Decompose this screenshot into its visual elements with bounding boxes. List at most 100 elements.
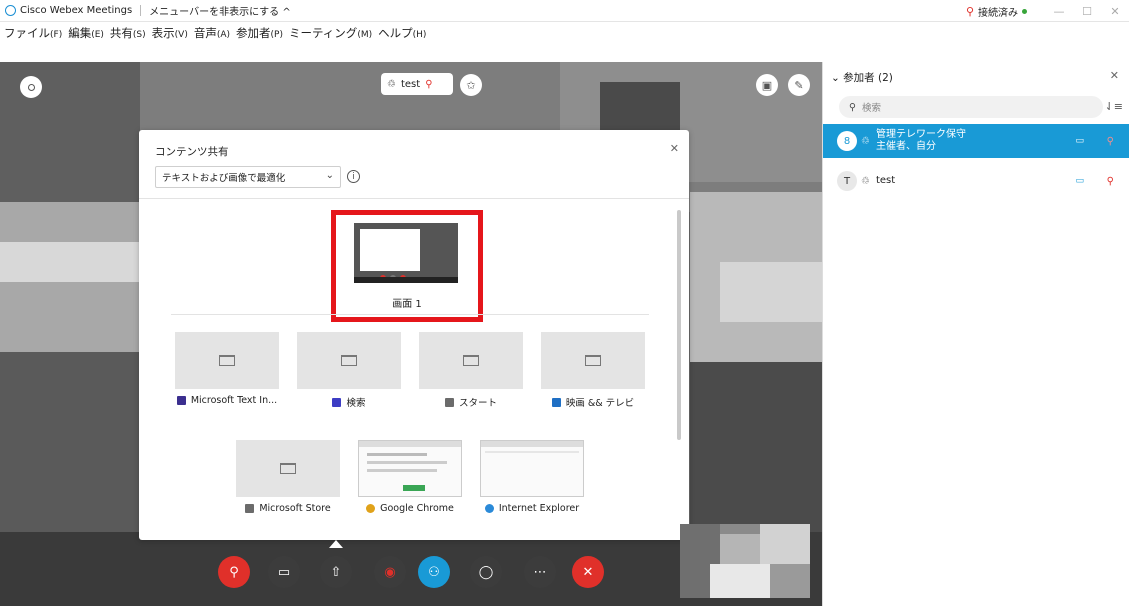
ie-app-icon (484, 504, 494, 513)
mic-muted-icon: ⚲ (1106, 135, 1114, 147)
optimize-dropdown[interactable]: テキストおよび画像で最適化 ⌄ (155, 166, 341, 188)
title-bar: Cisco Webex Meetings メニューバーを非表示にする ^ ⚲ 接… (0, 0, 1129, 22)
video-off-icon: ▭ (277, 564, 291, 580)
app-tile-movies-tv[interactable]: 映画 && テレビ (541, 332, 645, 409)
more-icon: ⋯ (533, 564, 547, 580)
participant-name: 管理テレワーク保守 (875, 129, 966, 140)
end-meeting-button[interactable]: ✕ (572, 556, 604, 588)
share-icon: ⇧ (330, 564, 342, 580)
movies-tv-app-icon (551, 397, 561, 407)
pin-button[interactable]: ✩ (460, 74, 482, 96)
participant-row-test[interactable]: T ♲ test ▭ ⚲ (823, 164, 1129, 198)
search-app-icon (332, 397, 342, 407)
section-divider (171, 314, 649, 315)
chevron-down-icon: ⌄ (325, 170, 334, 181)
window-icon (463, 355, 479, 366)
dialog-title: コンテンツ共有 (155, 146, 229, 158)
share-screen-tile[interactable]: 画面 1 (331, 210, 483, 322)
menu-share[interactable]: 共有(S) (110, 25, 146, 41)
layout-button[interactable]: ▣ (756, 74, 778, 96)
record-icon: ◉ (384, 564, 396, 580)
app-title: Cisco Webex Meetings (20, 5, 133, 16)
close-window-button[interactable]: ✕ (1101, 5, 1129, 18)
participants-panel: ⌄ 参加者 (2) ✕ ⚲ 検索 ⇃≡ 8 ♲ 管理テレワーク保守 主催者、自分… (822, 62, 1129, 606)
menu-view[interactable]: 表示(V) (152, 25, 188, 41)
meeting-info-button[interactable] (20, 76, 42, 98)
active-speaker-name: test (400, 78, 421, 90)
text-input-app-icon (176, 396, 186, 405)
sort-icon[interactable]: ⇃≡ (1105, 100, 1123, 113)
app-tile-google-chrome[interactable]: Google Chrome (358, 440, 462, 514)
app-tile-internet-explorer[interactable]: Internet Explorer (480, 440, 584, 514)
dialog-divider (139, 198, 689, 199)
app-label: 映画 && テレビ (565, 398, 635, 409)
app-label: スタート (458, 398, 497, 409)
mic-muted-icon: ⚲ (1106, 175, 1114, 187)
network-icon: ♲ (387, 78, 396, 90)
participant-role: 主催者、自分 (875, 141, 936, 152)
app-label: 検索 (346, 398, 366, 409)
webex-meeting-window: Cisco Webex Meetings メニューバーを非表示にする ^ ⚲ 接… (0, 0, 1129, 606)
ie-window-thumbnail (480, 440, 584, 497)
menu-bar: ファイル(F) 編集(E) 共有(S) 表示(V) 音声(A) 参加者(P) ミ… (0, 22, 1129, 44)
store-app-icon (245, 504, 255, 513)
chrome-window-thumbnail (358, 440, 462, 497)
connection-status[interactable]: 接続済み (978, 4, 1018, 19)
share-content-dialog: コンテンツ共有 ✕ テキストおよび画像で最適化 ⌄ i 画面 1 Microso… (139, 130, 689, 540)
menu-audio[interactable]: 音声(A) (194, 25, 230, 41)
participant-name: test (875, 175, 896, 186)
chat-button[interactable]: ◯ (470, 556, 502, 588)
mute-button[interactable]: ⚲ (218, 556, 250, 588)
app-tile-text-input[interactable]: Microsoft Text In... (175, 332, 279, 406)
webex-logo-icon (5, 5, 16, 16)
maximize-button[interactable]: ☐ (1073, 5, 1101, 18)
record-button[interactable]: ◉ (374, 556, 406, 588)
participant-row-host[interactable]: 8 ♲ 管理テレワーク保守 主催者、自分 ▭ ⚲ (823, 124, 1129, 158)
app-label: Microsoft Text In... (190, 395, 278, 406)
more-options-button[interactable]: ⋯ (524, 556, 556, 588)
optimize-info-icon[interactable]: i (347, 170, 360, 183)
app-label: Google Chrome (380, 503, 454, 514)
end-meeting-icon: ✕ (582, 564, 594, 580)
title-right: ⚲ 接続済み — ☐ ✕ (966, 0, 1129, 22)
search-placeholder: 検索 (861, 103, 881, 114)
mic-muted-icon: ⚲ (229, 564, 239, 580)
participants-header[interactable]: ⌄ 参加者 (2) (831, 70, 893, 85)
menu-participants[interactable]: 参加者(P) (236, 25, 283, 41)
minimize-button[interactable]: — (1045, 5, 1073, 18)
dialog-close-icon[interactable]: ✕ (670, 142, 679, 155)
dialog-scrollbar[interactable] (677, 210, 681, 440)
avatar: T (837, 171, 857, 191)
stop-video-button[interactable]: ▭ (268, 556, 300, 588)
active-speaker-label: ♲ test ⚲ (381, 73, 453, 95)
share-button[interactable]: ⇧ (320, 556, 352, 588)
network-icon: ♲ (861, 175, 870, 187)
app-tile-microsoft-store[interactable]: Microsoft Store (236, 440, 340, 514)
panel-close-icon[interactable]: ✕ (1110, 69, 1119, 82)
connection-dot-icon (1022, 8, 1027, 14)
self-view-video[interactable] (680, 524, 810, 598)
avatar: 8 (837, 131, 857, 151)
pin-icon: ✩ (466, 78, 476, 92)
menu-help[interactable]: ヘルプ(H) (378, 25, 426, 41)
participants-button[interactable]: ⚇ (418, 556, 450, 588)
chat-icon: ◯ (478, 564, 494, 580)
window-icon (341, 355, 357, 366)
participant-search-input[interactable]: ⚲ 検索 (839, 96, 1103, 118)
optimize-value: テキストおよび画像で最適化 (162, 173, 286, 184)
mic-status-icon: ⚲ (965, 4, 974, 18)
app-label: Microsoft Store (259, 503, 331, 514)
menu-file[interactable]: ファイル(F) (4, 25, 62, 41)
pencil-icon: ✎ (794, 78, 804, 92)
annotate-button[interactable]: ✎ (788, 74, 810, 96)
participants-icon: ⚇ (428, 564, 440, 580)
chrome-app-icon (366, 504, 376, 513)
app-tile-start[interactable]: スタート (419, 332, 523, 409)
title-separator (140, 5, 142, 16)
menu-meeting[interactable]: ミーティング(M) (289, 25, 372, 41)
window-icon (585, 355, 601, 366)
hide-menubar-button[interactable]: メニューバーを非表示にする ^ (149, 3, 291, 18)
menu-edit[interactable]: 編集(E) (68, 25, 104, 41)
app-tile-search[interactable]: 検索 (297, 332, 401, 409)
screen-thumbnail (354, 223, 458, 283)
